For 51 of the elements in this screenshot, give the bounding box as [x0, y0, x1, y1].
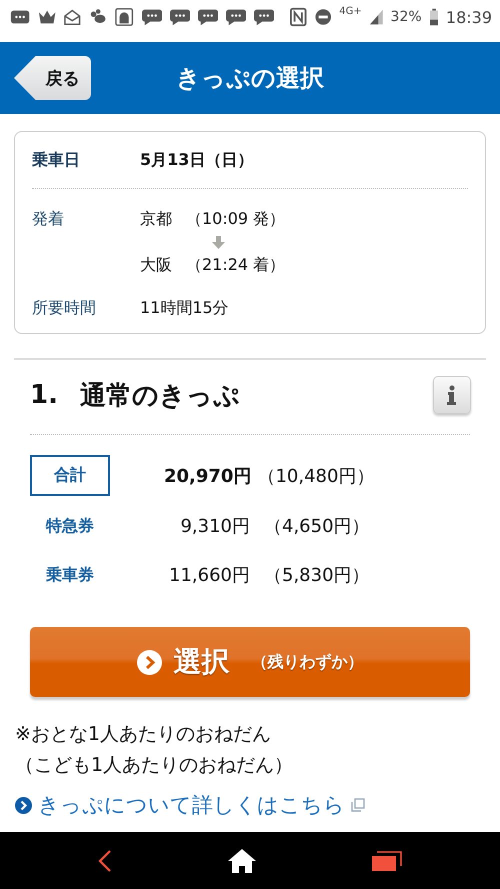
- fare-label: 乗車券: [45, 564, 95, 586]
- field-label: 発着: [32, 209, 65, 230]
- fare-note: ※おとな1人あたりのおねだん: [15, 722, 272, 747]
- message-icon: [10, 8, 30, 26]
- signal-icon: [370, 9, 383, 25]
- home-icon: [228, 848, 256, 872]
- field-label: 所要時間: [32, 298, 97, 319]
- section-number: 1.: [30, 380, 58, 410]
- total-label: 合計: [30, 455, 110, 496]
- chevron-circle-icon: [15, 796, 32, 814]
- select-button[interactable]: 選択 （残りわずか）: [30, 627, 470, 697]
- child-fare: （10,480円）: [257, 464, 374, 488]
- fare-label: 特急券: [44, 514, 95, 536]
- crown-icon: [38, 9, 56, 25]
- do-not-disturb-icon: [314, 8, 332, 26]
- chevron-circle-icon: [136, 650, 162, 674]
- ticket-info-link[interactable]: きっぷについて詳しくはこちら: [15, 791, 365, 819]
- back-button[interactable]: 戻る: [14, 56, 91, 100]
- adult-fare: 9,310円: [179, 515, 250, 538]
- page-title: きっぷの選択: [176, 63, 324, 94]
- adult-fare: 11,660円: [168, 564, 250, 587]
- recent-apps-icon: [372, 850, 402, 870]
- station-name: 京都: [140, 209, 172, 230]
- info-button[interactable]: [433, 376, 471, 414]
- chat-bubble-icon: [170, 7, 190, 27]
- external-link-icon: [351, 798, 365, 812]
- field-label: 乗車日: [32, 150, 81, 171]
- battery-icon: [430, 8, 438, 26]
- nfc-icon: [290, 7, 307, 27]
- station-name: 大阪: [140, 255, 172, 276]
- adult-fare: 20,970円: [164, 464, 252, 488]
- battery-percent: 32%: [390, 9, 422, 25]
- chat-bubble-icon: [254, 7, 274, 27]
- down-arrow-icon: [212, 236, 225, 249]
- network-type: 4G+: [339, 6, 362, 17]
- app-icon: [115, 7, 134, 27]
- chat-bubble-icon: [142, 7, 162, 27]
- chat-bubble-icon: [226, 7, 246, 27]
- departure-time: （10:09 発）: [186, 209, 286, 230]
- ride-date: 5月13日（日）: [140, 150, 254, 171]
- fare-note: （こども1人あたりのおねだん）: [15, 753, 294, 778]
- envelope-icon: [64, 8, 81, 26]
- chat-bubble-icon: [198, 7, 218, 27]
- arrival-time: （21:24 着）: [186, 255, 286, 276]
- travel-duration: 11時間15分: [140, 298, 230, 319]
- section-title: 通常のきっぷ: [80, 380, 240, 412]
- child-fare: （5,830円）: [264, 564, 370, 587]
- info-icon: [447, 385, 457, 405]
- back-icon: [98, 850, 112, 872]
- clock-time: 18:39: [446, 8, 492, 26]
- child-fare: （4,650円）: [264, 515, 370, 538]
